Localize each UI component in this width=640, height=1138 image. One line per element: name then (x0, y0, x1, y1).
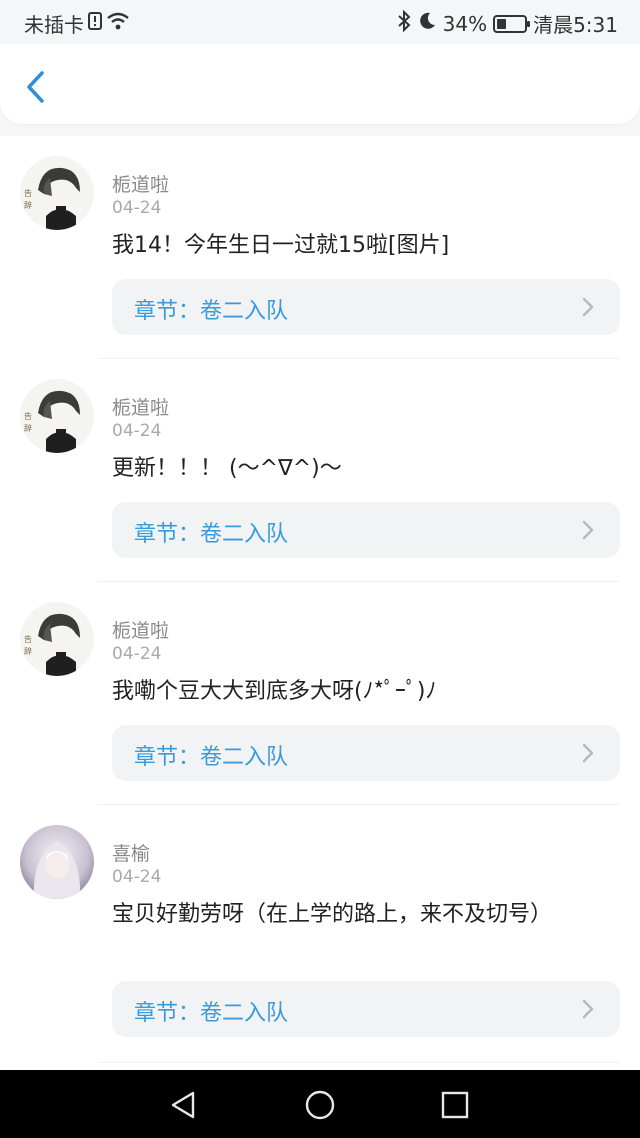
chapter-link[interactable]: 章节：卷二入队 (112, 981, 620, 1037)
bluetooth-icon (397, 9, 411, 37)
chapter-link[interactable]: 章节：卷二入队 (112, 279, 620, 335)
chevron-left-icon (27, 71, 44, 103)
moon-icon (417, 11, 437, 36)
comment-text: 我嘞个豆大大到底多大呀(ﾉ*ﾟｰﾟ)ﾉ (112, 679, 437, 704)
wifi-icon (106, 11, 130, 36)
nav-home-button[interactable] (303, 1088, 337, 1122)
comment-text: 宝贝好勤劳呀（在上学的路上，来不及切号） (112, 902, 553, 927)
avatar[interactable]: 告 辞 (20, 379, 94, 453)
comment-item: 告 辞 栀道啦 04-24 我14！今年生日一过就15啦[图片] 章节：卷二入队 (0, 136, 640, 359)
comment-text: 更新！！！ (～^∇^)～ (112, 456, 342, 481)
avatar[interactable] (20, 825, 94, 899)
comment-text: 我14！今年生日一过就15啦[图片] (112, 233, 450, 258)
username[interactable]: 栀道啦 (112, 393, 169, 420)
svg-text:告: 告 (24, 411, 32, 421)
comment-date: 04-24 (112, 198, 162, 218)
battery-icon (493, 14, 531, 33)
avatar[interactable]: 告 辞 (20, 156, 94, 230)
sim-alert-icon (88, 11, 102, 36)
top-bar (0, 44, 640, 124)
comment-item: 告 辞 栀道啦 04-24 更新！！！ (～^∇^)～ 章节：卷二入队 (0, 359, 640, 582)
back-button[interactable] (18, 70, 52, 104)
system-nav-bar (0, 1070, 640, 1138)
nav-back-button[interactable] (166, 1088, 200, 1122)
comment-item: 告 辞 栀道啦 04-24 我嘞个豆大大到底多大呀(ﾉ*ﾟｰﾟ)ﾉ 章节：卷二入… (0, 582, 640, 805)
circle-home-icon (305, 1090, 335, 1120)
divider (98, 1062, 620, 1063)
nav-recents-button[interactable] (438, 1088, 472, 1122)
chapter-link[interactable]: 章节：卷二入队 (112, 502, 620, 558)
chevron-right-icon (582, 999, 594, 1023)
username[interactable]: 栀道啦 (112, 616, 169, 643)
username[interactable]: 喜榆 (112, 839, 150, 866)
svg-text:辞: 辞 (24, 200, 32, 210)
comment-date: 04-24 (112, 867, 162, 887)
comment-list: 告 辞 栀道啦 04-24 我14！今年生日一过就15啦[图片] 章节：卷二入队… (0, 136, 640, 1070)
clock: 清晨5:31 (533, 13, 618, 37)
svg-text:告: 告 (24, 188, 32, 198)
svg-text:告: 告 (24, 634, 32, 644)
comment-item: 喜榆 04-24 宝贝好勤劳呀（在上学的路上，来不及切号） 章节：卷二入队 (0, 805, 640, 1063)
username[interactable]: 栀道啦 (112, 170, 169, 197)
chevron-right-icon (582, 520, 594, 544)
chevron-right-icon (582, 743, 594, 767)
status-bar: 未插卡 34% 清晨5:31 (0, 0, 640, 44)
comment-date: 04-24 (112, 421, 162, 441)
chapter-link[interactable]: 章节：卷二入队 (112, 725, 620, 781)
avatar[interactable]: 告 辞 (20, 602, 94, 676)
svg-text:辞: 辞 (24, 423, 32, 433)
carrier-label: 未插卡 (24, 13, 84, 37)
chapter-label: 章节：卷二入队 (134, 745, 289, 770)
battery-percent: 34% (442, 11, 488, 36)
comment-date: 04-24 (112, 644, 162, 664)
chapter-label: 章节：卷二入队 (134, 1001, 289, 1026)
chapter-label: 章节：卷二入队 (134, 299, 289, 324)
chapter-label: 章节：卷二入队 (134, 522, 289, 547)
triangle-back-icon (171, 1091, 195, 1119)
chevron-right-icon (582, 297, 594, 321)
square-recents-icon (441, 1091, 469, 1119)
svg-text:辞: 辞 (24, 646, 32, 656)
